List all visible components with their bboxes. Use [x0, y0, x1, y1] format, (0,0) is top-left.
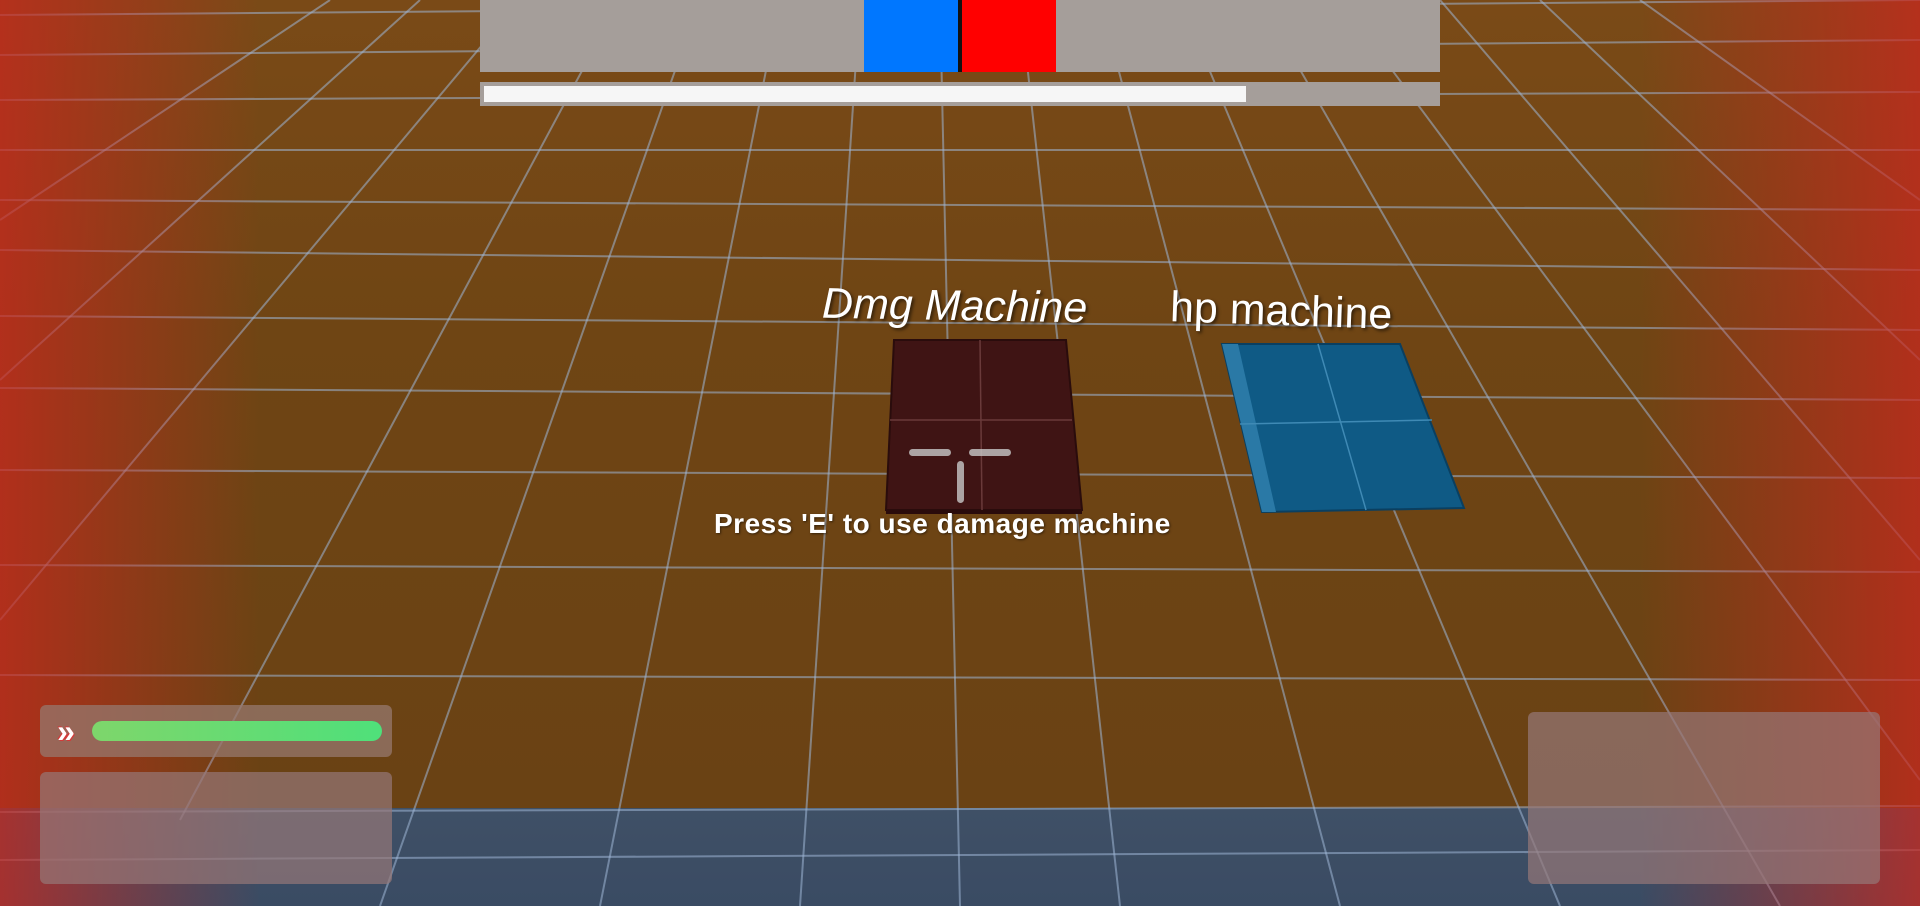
dmg-machine-label: Dmg Machine [821, 279, 1088, 333]
dash-bar [92, 721, 382, 741]
crosshair-left [909, 449, 951, 456]
left-info-panel [40, 772, 392, 884]
hp-machine[interactable] [1220, 343, 1466, 514]
team-blue-indicator [864, 0, 958, 72]
crosshair-right [969, 449, 1011, 456]
top-progress-bar [480, 82, 1440, 106]
dash-panel: » [40, 705, 392, 757]
dmg-machine[interactable] [884, 339, 1084, 514]
right-info-panel [1528, 712, 1880, 884]
crosshair-bottom [957, 461, 964, 503]
game-scene: Dmg Machine hp machine Press 'E' to use … [0, 0, 1920, 906]
team-red-indicator [962, 0, 1056, 72]
dash-bar-fill [92, 721, 382, 741]
interaction-prompt: Press 'E' to use damage machine [714, 508, 1171, 539]
top-progress-fill [484, 86, 1246, 102]
hp-machine-label: hp machine [1169, 283, 1394, 339]
double-chevron-right-icon: » [57, 713, 75, 749]
